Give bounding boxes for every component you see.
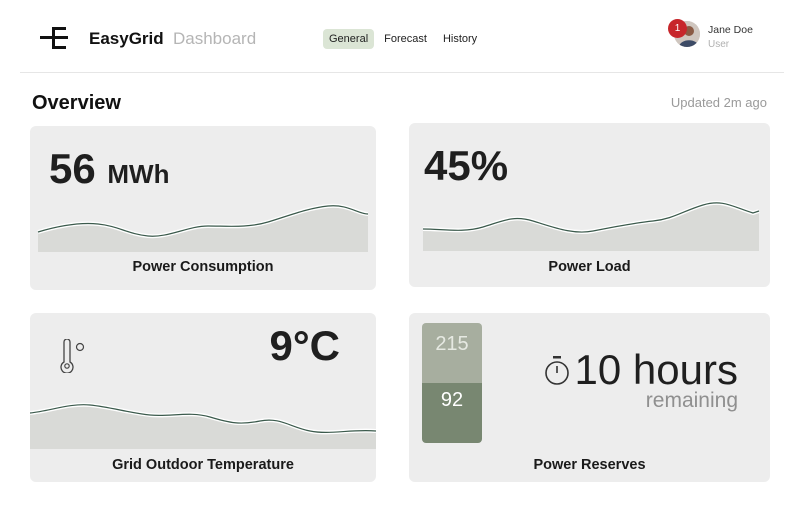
temperature-title: Grid Outdoor Temperature [112,457,294,473]
power-load-card[interactable]: 45% Power Load [409,123,770,287]
tab-forecast[interactable]: Forecast [378,29,433,49]
user-name: Jane Doe [708,24,753,36]
easygrid-logo-icon[interactable] [40,27,68,49]
page-title: Overview [32,92,121,114]
consumption-unit: MWh [107,159,170,189]
reserves-gauge-upper: 215 [422,323,482,383]
user-avatar-area[interactable]: 1 [668,19,702,49]
tab-history[interactable]: History [437,29,483,49]
consumption-sparkline [37,203,369,252]
main-nav: General Forecast History [323,29,483,49]
power-consumption-card[interactable]: 56 MWh Power Consumption [30,126,376,290]
reserves-top-value: 215 [435,333,469,355]
temperature-card[interactable]: 9°C Grid Outdoor Temperature [30,313,376,482]
consumption-number: 56 [49,145,96,192]
header-divider [20,72,784,73]
load-sparkline [422,200,760,251]
load-title: Power Load [548,259,631,275]
reserves-title: Power Reserves [533,457,646,473]
temperature-sparkline [30,402,376,449]
reserves-gauge: 215 92 [422,323,482,443]
brand-name: EasyGrid [89,29,164,48]
tab-general[interactable]: General [323,29,375,49]
thermometer-icon [60,339,85,373]
reserves-remaining-label: remaining [645,389,738,412]
reserves-hours: 10 hours [574,346,738,393]
power-reserves-card[interactable]: 215 92 10 hours remaining Power Reserves [409,313,770,482]
user-role: User [708,39,730,50]
page-section-label: Dashboard [173,29,257,48]
load-value: 45% [424,142,509,189]
reserves-bottom-value: 92 [440,389,464,411]
reserves-gauge-lower: 92 [422,383,482,443]
stopwatch-icon [545,356,569,385]
notification-badge[interactable]: 1 [668,19,687,38]
consumption-value: 56 MWh [49,148,169,190]
consumption-title: Power Consumption [132,259,274,275]
last-updated-text: Updated 2m ago [670,95,767,110]
temperature-value: 9°C [269,322,341,369]
top-header: EasyGrid Dashboard General Forecast Hist… [0,0,800,72]
